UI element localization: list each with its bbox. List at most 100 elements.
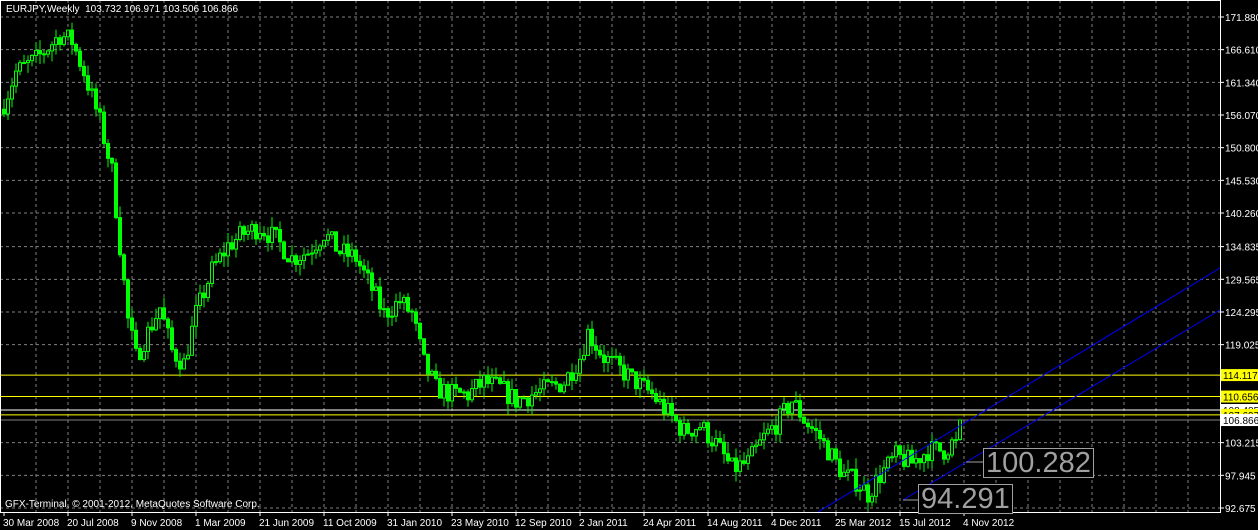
price-label-upper[interactable]: 100.282	[983, 448, 1094, 478]
candle-body	[582, 354, 586, 360]
candle-body	[50, 44, 54, 52]
candle-body	[658, 398, 662, 403]
candle-body	[242, 226, 246, 235]
candle-body	[846, 469, 850, 473]
candle-body	[346, 243, 350, 257]
candle-body	[490, 376, 494, 385]
candle-body	[182, 358, 186, 370]
candle-body	[326, 234, 330, 241]
candle-body	[526, 397, 530, 407]
candle-body	[830, 448, 834, 461]
candle-body	[826, 440, 830, 461]
y-tick-label: 129.565	[1225, 275, 1258, 286]
y-tick-label: 134.835	[1225, 243, 1258, 254]
candle-body	[342, 243, 346, 255]
candle-body	[306, 253, 310, 256]
candle-body	[506, 381, 510, 405]
candle-body	[114, 162, 118, 219]
candle-body	[694, 429, 698, 437]
candle-body	[130, 317, 134, 331]
x-tick-label: 24 Apr 2011	[643, 518, 697, 529]
candle-body	[910, 449, 914, 464]
candle-body	[558, 383, 562, 393]
candle-body	[566, 372, 570, 386]
candle-body	[58, 37, 62, 45]
candle-body	[102, 111, 106, 145]
candle-body	[94, 88, 98, 110]
candle-body	[858, 489, 862, 492]
candle-body	[702, 422, 706, 428]
candle-body	[318, 245, 322, 251]
candle-body	[354, 249, 358, 262]
candle-body	[614, 355, 618, 358]
candle-body	[926, 454, 930, 462]
candle-body	[894, 445, 898, 458]
candle-body	[278, 228, 282, 243]
candle-body	[238, 226, 242, 240]
candle-body	[598, 349, 602, 356]
candle-body	[222, 252, 226, 257]
candle-body	[930, 441, 934, 462]
candle-body	[602, 354, 606, 364]
candle-body	[634, 371, 638, 390]
candle-body	[34, 49, 38, 56]
candle-body	[330, 231, 334, 236]
candle-body	[74, 43, 78, 52]
y-tick-label: 119.025	[1225, 341, 1258, 352]
price-label-lower[interactable]: 94.291	[918, 484, 1013, 514]
candle-body	[98, 108, 102, 113]
candle-body	[946, 454, 950, 460]
ohlc-readout: 103.732 106.971 103.506 106.866	[85, 4, 239, 15]
candle-body	[706, 422, 710, 444]
candle-body	[406, 296, 410, 312]
y-tick-label: 161.340	[1225, 78, 1258, 89]
candle-body	[822, 438, 826, 442]
candle-body	[958, 419, 962, 440]
candle-body	[66, 29, 70, 38]
candle-body	[610, 355, 614, 358]
candle-body	[806, 422, 810, 428]
candle-body	[366, 269, 370, 274]
candle-body	[486, 374, 490, 385]
candle-body	[418, 322, 422, 340]
candle-body	[258, 232, 262, 240]
candle-body	[302, 254, 306, 261]
candle-body	[446, 384, 450, 402]
x-tick-label: 9 Nov 2008	[131, 518, 183, 529]
candle-body	[730, 457, 734, 462]
candle-body	[622, 364, 626, 381]
candle-body	[246, 230, 250, 235]
candle-body	[30, 54, 34, 62]
candle-body	[362, 265, 366, 271]
x-tick-label: 23 May 2010	[451, 518, 509, 529]
candle-body	[142, 350, 146, 361]
candle-body	[474, 378, 478, 389]
candle-body	[226, 242, 230, 257]
candle-body	[670, 402, 674, 416]
candle-body	[638, 377, 642, 390]
y-tick-label: 124.295	[1225, 308, 1258, 319]
y-tick-label: 103.215	[1225, 439, 1258, 450]
candle-body	[818, 429, 822, 440]
candle-body	[290, 255, 294, 263]
candle-body	[942, 450, 946, 460]
candle-body	[686, 422, 690, 434]
candle-body	[570, 372, 574, 381]
candle-body	[210, 261, 214, 284]
candle-body	[866, 484, 870, 503]
candle-body	[202, 292, 206, 299]
candle-body	[898, 445, 902, 455]
candle-body	[162, 307, 166, 320]
candle-body	[790, 401, 794, 414]
candle-body	[510, 388, 514, 405]
x-tick-label: 25 Mar 2012	[835, 518, 892, 529]
candle-body	[682, 422, 686, 436]
candle-body	[186, 354, 190, 360]
candle-body	[206, 282, 210, 299]
candle-body	[814, 427, 818, 431]
candle-body	[62, 36, 66, 45]
candle-body	[834, 448, 838, 460]
candle-body	[190, 325, 194, 356]
x-tick-label: 11 Oct 2009	[323, 518, 377, 529]
candle-body	[2, 108, 6, 115]
